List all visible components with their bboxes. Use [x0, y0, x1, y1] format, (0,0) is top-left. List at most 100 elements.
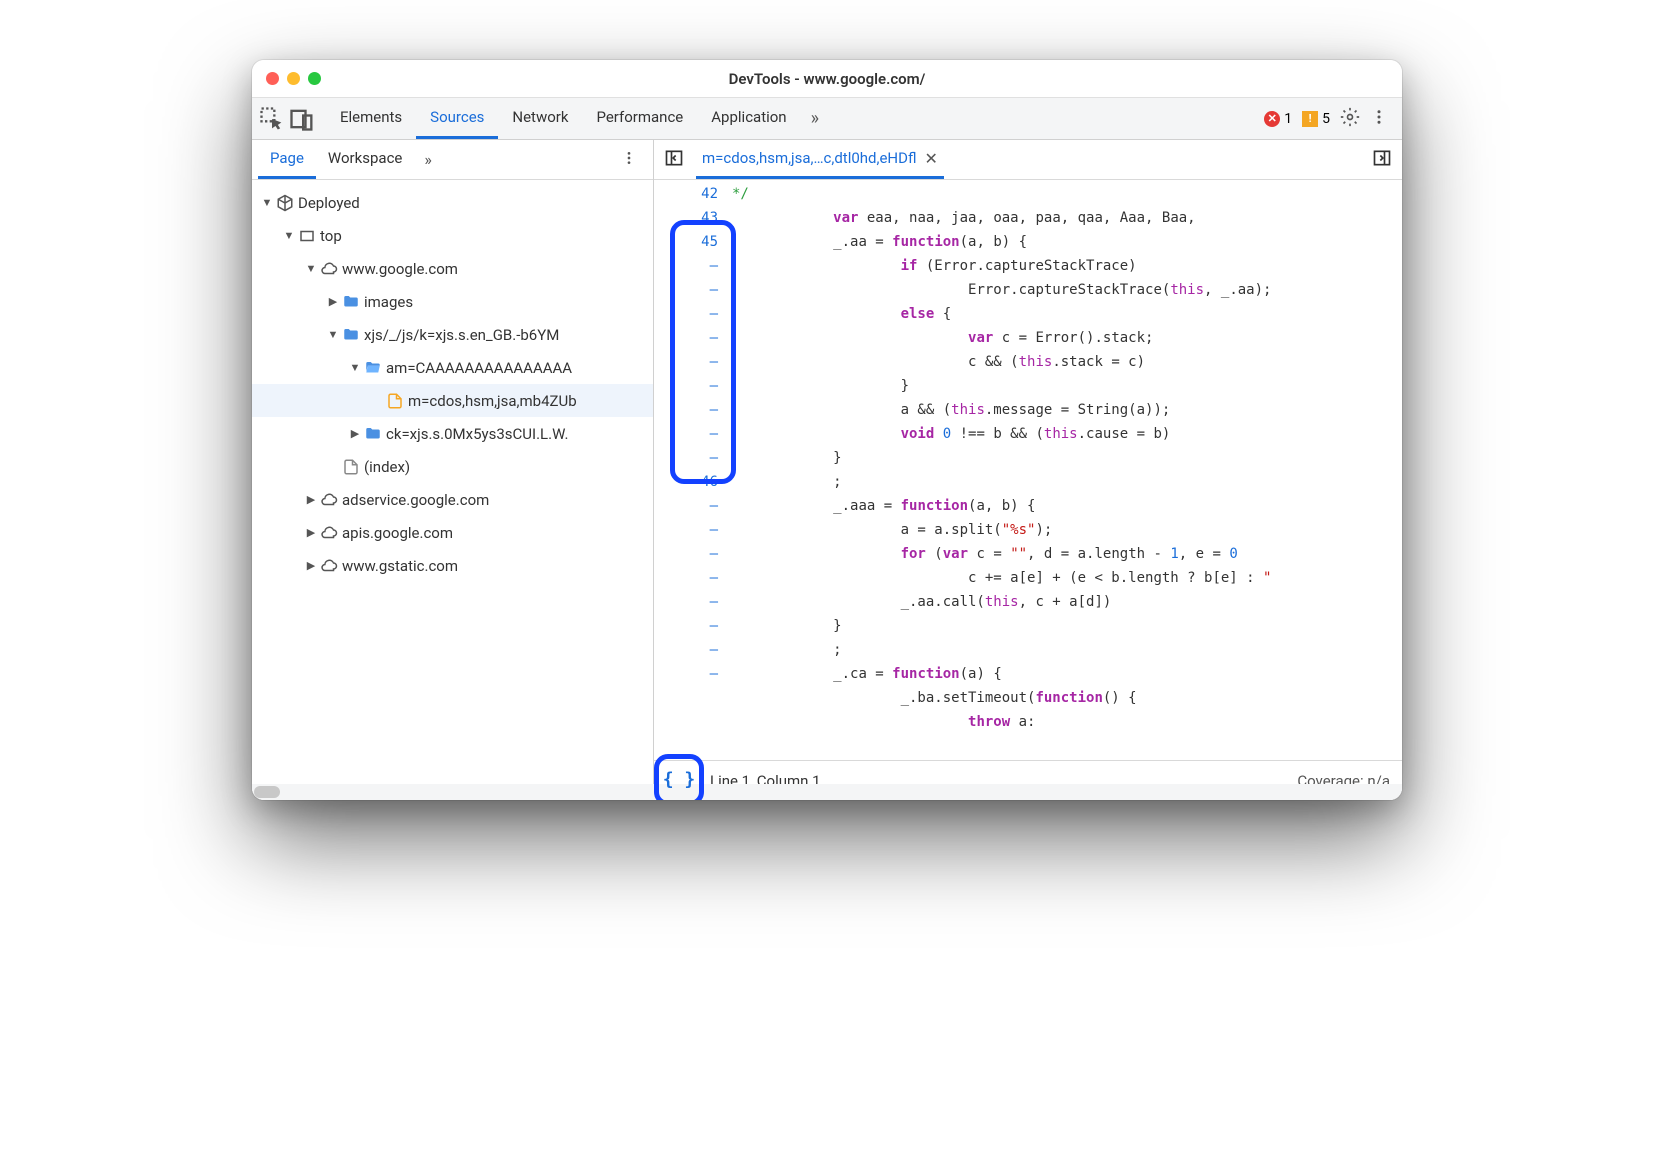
- device-toolbar-icon[interactable]: [288, 105, 316, 133]
- tree-domain-apis-icon: [320, 524, 338, 542]
- tree-file-index[interactable]: (index): [252, 450, 653, 483]
- gutter-line[interactable]: –: [654, 374, 718, 398]
- code-editor[interactable]: 424345–––––––––46–––––––– */ var eaa, na…: [654, 180, 1402, 760]
- gutter-line[interactable]: –: [654, 326, 718, 350]
- tree-arrow-icon: ▼: [304, 262, 318, 275]
- warning-count[interactable]: ! 5: [1302, 111, 1330, 127]
- tab-application[interactable]: Application: [697, 98, 800, 139]
- tree-arrow-icon: ▼: [260, 196, 274, 209]
- tree-file-selected[interactable]: m=cdos,hsm,jsa,mb4ZUb: [252, 384, 653, 417]
- tree-arrow-icon: ▶: [326, 295, 340, 308]
- tree-arrow-icon: ▼: [282, 229, 296, 242]
- more-panels-button[interactable]: »: [803, 108, 827, 129]
- tree-domain-gstatic-icon: [320, 557, 338, 575]
- file-tabs: m=cdos,hsm,jsa,…c,dtl0hd,eHDfl ✕: [654, 140, 1402, 180]
- tab-elements[interactable]: Elements: [326, 98, 416, 139]
- main-toolbar: ElementsSourcesNetworkPerformanceApplica…: [252, 98, 1402, 140]
- maximize-window-button[interactable]: [308, 72, 321, 85]
- close-window-button[interactable]: [266, 72, 279, 85]
- pretty-print-button[interactable]: { }: [662, 762, 696, 796]
- tree-arrow-icon: ▶: [304, 526, 318, 539]
- tree-folder-xjs-icon: [342, 326, 360, 344]
- toggle-debugger-icon[interactable]: [1368, 148, 1396, 172]
- tree-item-label: top: [320, 227, 342, 245]
- tree-domain-google[interactable]: ▼ www.google.com: [252, 252, 653, 285]
- close-tab-icon[interactable]: ✕: [924, 149, 937, 168]
- gutter-line[interactable]: –: [654, 446, 718, 470]
- error-count[interactable]: ✕ 1: [1264, 111, 1292, 127]
- gutter-line[interactable]: 46: [654, 470, 718, 494]
- file-tree[interactable]: ▼ Deployed ▼ top ▼ www.google.com ▶ imag…: [252, 180, 653, 800]
- tree-folder-am[interactable]: ▼ am=CAAAAAAAAAAAAAAA: [252, 351, 653, 384]
- tree-file-index-icon: [342, 458, 360, 476]
- navigator-menu-icon[interactable]: [611, 150, 647, 170]
- minimize-window-button[interactable]: [287, 72, 300, 85]
- settings-icon[interactable]: [1340, 107, 1360, 131]
- tree-folder-xjs[interactable]: ▼ xjs/_/js/k=xjs.s.en_GB.-b6YM: [252, 318, 653, 351]
- tree-folder-ck[interactable]: ▶ ck=xjs.s.0Mx5ys3sCUI.L.W.: [252, 417, 653, 450]
- more-menu-icon[interactable]: [1370, 108, 1388, 130]
- editor-pane: m=cdos,hsm,jsa,…c,dtl0hd,eHDfl ✕ 424345–…: [654, 140, 1402, 800]
- tree-folder-images[interactable]: ▶ images: [252, 285, 653, 318]
- tree-folder-images-icon: [342, 293, 360, 311]
- titlebar: DevTools - www.google.com/: [252, 60, 1402, 98]
- tree-top[interactable]: ▼ top: [252, 219, 653, 252]
- gutter-line[interactable]: –: [654, 422, 718, 446]
- navigator-more-button[interactable]: »: [416, 150, 440, 169]
- tree-domain-apis[interactable]: ▶ apis.google.com: [252, 516, 653, 549]
- panel-tabs: ElementsSourcesNetworkPerformanceApplica…: [326, 98, 801, 139]
- gutter-line[interactable]: –: [654, 398, 718, 422]
- tree-domain-adservice[interactable]: ▶ adservice.google.com: [252, 483, 653, 516]
- tree-file-selected-icon: [386, 392, 404, 410]
- traffic-lights: [266, 72, 321, 85]
- tree-item-label: www.google.com: [342, 260, 458, 278]
- tab-sources[interactable]: Sources: [416, 98, 498, 139]
- line-gutter[interactable]: 424345–––––––––46––––––––: [654, 180, 732, 760]
- gutter-line[interactable]: –: [654, 542, 718, 566]
- gutter-line[interactable]: –: [654, 254, 718, 278]
- gutter-line[interactable]: –: [654, 662, 718, 686]
- tree-item-label: apis.google.com: [342, 524, 453, 542]
- code-content[interactable]: */ var eaa, naa, jaa, oaa, paa, qaa, Aaa…: [732, 180, 1402, 760]
- gutter-line[interactable]: 43: [654, 206, 718, 230]
- tree-item-label: xjs/_/js/k=xjs.s.en_GB.-b6YM: [364, 326, 559, 344]
- tree-folder-am-icon: [364, 359, 382, 377]
- file-tab[interactable]: m=cdos,hsm,jsa,…c,dtl0hd,eHDfl ✕: [696, 140, 944, 179]
- tree-deployed-icon: [276, 194, 294, 212]
- gutter-line[interactable]: –: [654, 302, 718, 326]
- gutter-line[interactable]: –: [654, 350, 718, 374]
- tree-item-label: adservice.google.com: [342, 491, 489, 509]
- gutter-line[interactable]: 42: [654, 182, 718, 206]
- element-picker-icon[interactable]: [258, 105, 286, 133]
- navigator-pane: PageWorkspace » ▼ Deployed ▼ top ▼ www.g…: [252, 140, 654, 800]
- toggle-navigator-icon[interactable]: [660, 148, 688, 172]
- tree-item-label: Deployed: [298, 194, 360, 212]
- tree-folder-ck-icon: [364, 425, 382, 443]
- tab-performance[interactable]: Performance: [582, 98, 697, 139]
- error-count-value: 1: [1284, 111, 1292, 127]
- tree-deployed[interactable]: ▼ Deployed: [252, 186, 653, 219]
- navigator-tab-page[interactable]: Page: [258, 140, 316, 179]
- gutter-line[interactable]: –: [654, 566, 718, 590]
- tree-item-label: ck=xjs.s.0Mx5ys3sCUI.L.W.: [386, 425, 568, 443]
- tree-top-icon: [298, 227, 316, 245]
- tree-domain-google-icon: [320, 260, 338, 278]
- gutter-line[interactable]: –: [654, 638, 718, 662]
- toolbar-right: ✕ 1 ! 5: [1264, 107, 1396, 131]
- gutter-line[interactable]: –: [654, 614, 718, 638]
- gutter-line[interactable]: –: [654, 590, 718, 614]
- tab-network[interactable]: Network: [498, 98, 582, 139]
- gutter-line[interactable]: –: [654, 494, 718, 518]
- navigator-tab-workspace[interactable]: Workspace: [316, 140, 414, 179]
- tree-domain-adservice-icon: [320, 491, 338, 509]
- navigator-tabs: PageWorkspace »: [252, 140, 653, 180]
- tree-domain-gstatic[interactable]: ▶ www.gstatic.com: [252, 549, 653, 582]
- tree-arrow-icon: ▼: [348, 361, 362, 374]
- gutter-line[interactable]: 45: [654, 230, 718, 254]
- tree-arrow-icon: ▶: [304, 559, 318, 572]
- gutter-line[interactable]: –: [654, 278, 718, 302]
- tree-arrow-icon: ▶: [304, 493, 318, 506]
- editor-scrollbar[interactable]: [654, 784, 1402, 800]
- devtools-window: DevTools - www.google.com/ ElementsSourc…: [252, 60, 1402, 800]
- gutter-line[interactable]: –: [654, 518, 718, 542]
